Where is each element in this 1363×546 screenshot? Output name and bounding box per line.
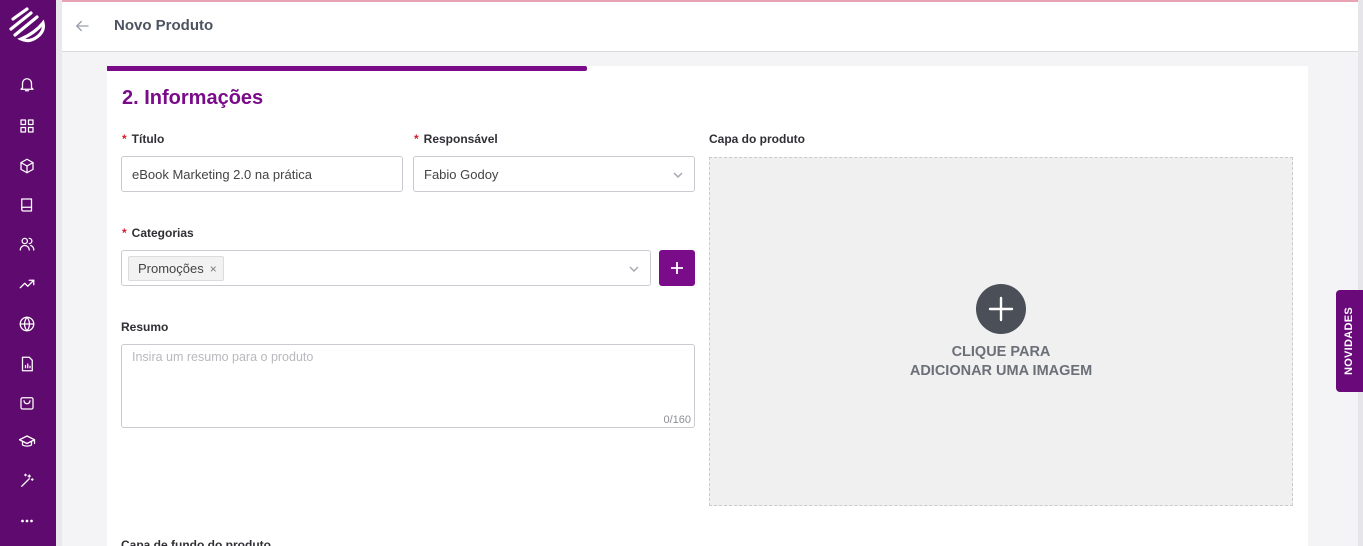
header: Novo Produto [62, 0, 1358, 52]
globe-icon[interactable] [16, 313, 38, 335]
char-counter: 0/160 [663, 414, 691, 426]
shopping-bag-icon[interactable] [16, 392, 38, 414]
box-icon[interactable] [16, 155, 38, 177]
capa-fundo-label: Capa de fundo do produto [121, 538, 271, 546]
trending-icon[interactable] [16, 273, 38, 295]
category-tag-label: Promoções [138, 261, 204, 276]
report-icon[interactable] [16, 353, 38, 375]
sidebar [0, 0, 56, 546]
resumo-placeholder: Insira um resumo para o produto [132, 350, 314, 364]
categorias-select[interactable]: Promoções × [121, 250, 651, 286]
chevron-down-icon [672, 169, 684, 181]
grid-icon[interactable] [16, 115, 38, 137]
add-category-button[interactable] [659, 250, 695, 286]
category-tag: Promoções × [128, 256, 224, 281]
section-title: 2. Informações [122, 87, 264, 109]
magic-wand-icon[interactable] [16, 470, 38, 492]
novidades-tab[interactable]: NOVIDADES [1336, 290, 1363, 392]
required-mark: * [122, 226, 127, 240]
progress-bar [107, 66, 587, 71]
graduation-icon[interactable] [16, 431, 38, 453]
responsavel-value: Fabio Godoy [424, 166, 499, 182]
resumo-textarea[interactable]: Insira um resumo para o produto 0/160 [121, 344, 695, 428]
capa-label: Capa do produto [709, 132, 805, 146]
categorias-label: * Categorias [122, 226, 194, 240]
titulo-label: * Título [122, 132, 165, 146]
upload-text-line2: ADICIONAR UMA IMAGEM [909, 363, 1093, 379]
brand-logo[interactable] [7, 5, 49, 47]
more-icon[interactable] [16, 510, 38, 532]
novidades-label: NOVIDADES [1343, 306, 1356, 376]
add-image-icon [976, 284, 1026, 334]
bell-icon[interactable] [16, 73, 38, 95]
upload-text-line1: CLIQUE PARA [951, 344, 1051, 360]
required-mark: * [122, 132, 127, 146]
book-icon[interactable] [16, 194, 38, 216]
page-title: Novo Produto [114, 17, 214, 34]
chevron-down-icon [628, 263, 640, 275]
form-card: 2. Informações * Título eBook Marketing 2… [107, 66, 1308, 546]
resumo-label: Resumo [121, 320, 169, 334]
tag-remove-icon[interactable]: × [210, 262, 217, 276]
responsavel-label: * Responsável [414, 132, 498, 146]
scrollbar[interactable] [1358, 0, 1363, 546]
responsavel-select[interactable]: Fabio Godoy [413, 156, 695, 192]
required-mark: * [414, 132, 419, 146]
back-arrow-icon[interactable] [70, 14, 94, 38]
users-icon[interactable] [16, 233, 38, 255]
image-upload-area[interactable]: CLIQUE PARA ADICIONAR UMA IMAGEM [709, 157, 1293, 506]
titulo-input[interactable]: eBook Marketing 2.0 na prática [121, 156, 403, 192]
sidebar-edge [56, 0, 62, 546]
